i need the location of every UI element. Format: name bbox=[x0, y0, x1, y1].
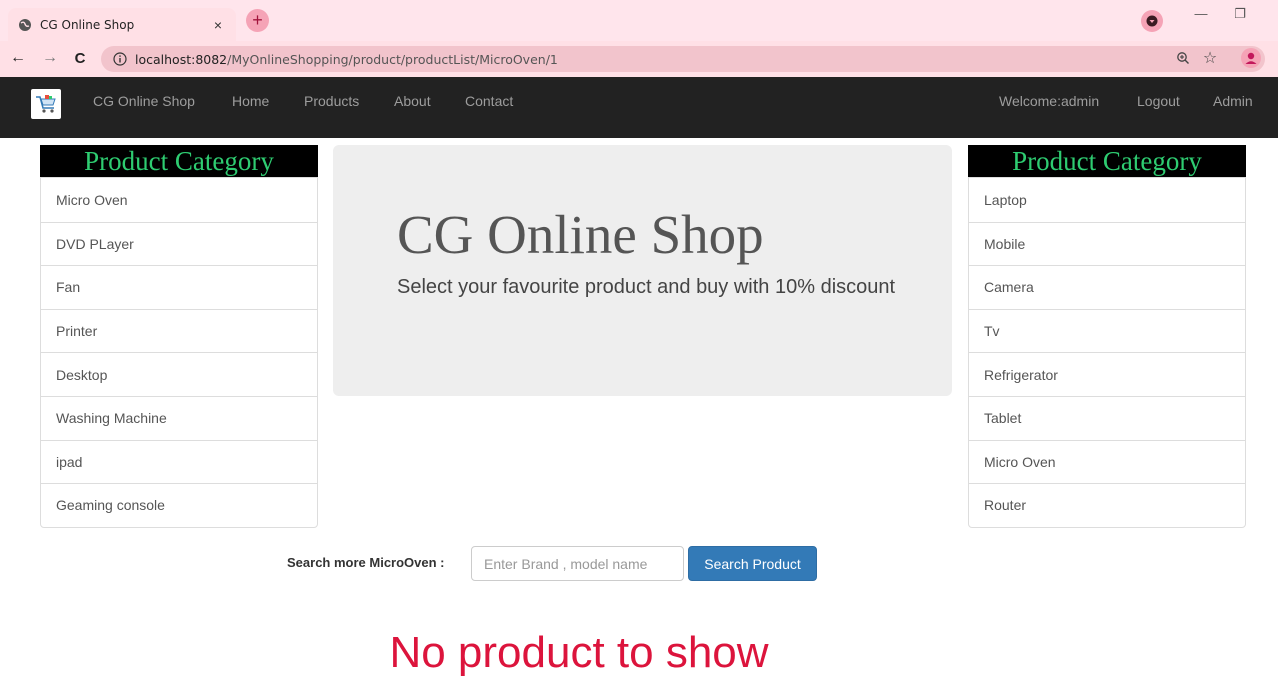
left-category-heading: Product Category bbox=[40, 145, 318, 177]
url-path: /MyOnlineShopping/product/productList/Mi… bbox=[227, 51, 558, 67]
category-item-gaming-console[interactable]: Geaming console bbox=[41, 483, 317, 527]
category-item-micro-oven[interactable]: Micro Oven bbox=[41, 178, 317, 222]
category-item-printer[interactable]: Printer bbox=[41, 308, 317, 353]
category-item-dvd-player[interactable]: DVD PLayer bbox=[41, 221, 317, 266]
navbar-brand[interactable]: CG Online Shop bbox=[93, 93, 195, 109]
forward-icon[interactable]: → bbox=[40, 49, 60, 67]
category-item-refrigerator[interactable]: Refrigerator bbox=[969, 352, 1245, 396]
nav-link-home[interactable]: Home bbox=[232, 93, 269, 109]
category-item-mobile[interactable]: Mobile bbox=[969, 221, 1245, 266]
category-item-router[interactable]: Router bbox=[969, 483, 1245, 527]
bookmark-star-icon[interactable]: ☆ bbox=[1199, 47, 1221, 69]
category-item-washing-machine[interactable]: Washing Machine bbox=[41, 395, 317, 440]
tab-close-icon[interactable]: × bbox=[210, 17, 226, 33]
category-item-laptop[interactable]: Laptop bbox=[969, 178, 1245, 222]
nav-link-contact[interactable]: Contact bbox=[465, 93, 513, 109]
extension-icon[interactable] bbox=[1141, 10, 1163, 32]
new-tab-button[interactable]: + bbox=[246, 9, 269, 32]
url-host: localhost:8082 bbox=[135, 51, 228, 67]
address-bar[interactable]: localhost:8082/MyOnlineShopping/product/… bbox=[101, 46, 1265, 72]
category-item-tv[interactable]: Tv bbox=[969, 308, 1245, 353]
reload-icon[interactable]: C bbox=[70, 50, 90, 67]
search-label: Search more MicroOven : bbox=[287, 555, 445, 570]
category-item-ipad[interactable]: ipad bbox=[41, 439, 317, 484]
search-product-button[interactable]: Search Product bbox=[688, 546, 817, 581]
profile-avatar-icon[interactable] bbox=[1240, 47, 1262, 69]
zoom-icon[interactable] bbox=[1172, 47, 1194, 69]
hero-subtitle: Select your favourite product and buy wi… bbox=[397, 276, 896, 298]
restore-button[interactable]: ❐ bbox=[1230, 6, 1250, 22]
globe-icon bbox=[18, 18, 32, 32]
right-category-heading: Product Category bbox=[968, 145, 1246, 177]
tab-title: CG Online Shop bbox=[40, 17, 135, 32]
admin-link[interactable]: Admin bbox=[1213, 93, 1253, 109]
url-text: localhost:8082/MyOnlineShopping/product/… bbox=[135, 52, 558, 67]
minimize-button[interactable]: — bbox=[1191, 6, 1211, 21]
hero-jumbotron: CG Online Shop Select your favourite pro… bbox=[333, 145, 952, 396]
browser-tab[interactable]: CG Online Shop × bbox=[8, 8, 236, 41]
nav-link-products[interactable]: Products bbox=[304, 93, 359, 109]
left-category-list: Micro Oven DVD PLayer Fan Printer Deskto… bbox=[40, 177, 318, 528]
category-item-fan[interactable]: Fan bbox=[41, 265, 317, 309]
category-item-desktop[interactable]: Desktop bbox=[41, 352, 317, 396]
hero-title: CG Online Shop bbox=[397, 204, 764, 265]
nav-link-about[interactable]: About bbox=[394, 93, 431, 109]
category-item-tablet[interactable]: Tablet bbox=[969, 395, 1245, 440]
category-item-camera[interactable]: Camera bbox=[969, 265, 1245, 309]
logout-link[interactable]: Logout bbox=[1137, 93, 1180, 109]
info-icon[interactable] bbox=[113, 52, 127, 66]
right-category-list: Laptop Mobile Camera Tv Refrigerator Tab… bbox=[968, 177, 1246, 528]
category-item-micro-oven-right[interactable]: Micro Oven bbox=[969, 439, 1245, 484]
search-input[interactable] bbox=[471, 546, 684, 581]
shopping-cart-logo-icon[interactable] bbox=[31, 89, 61, 119]
back-icon[interactable]: ← bbox=[8, 49, 28, 67]
welcome-text: Welcome:admin bbox=[999, 93, 1100, 109]
no-product-message: No product to show bbox=[389, 628, 769, 677]
